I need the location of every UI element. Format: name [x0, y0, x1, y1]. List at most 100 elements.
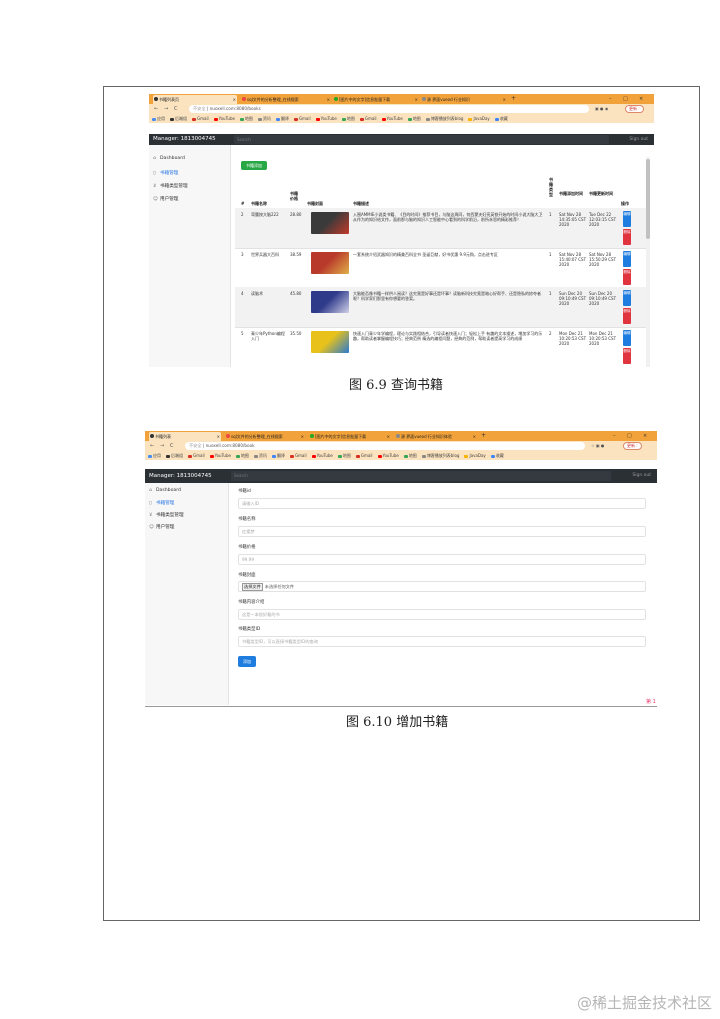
update-button[interactable]: 更新 : [625, 105, 644, 113]
address-bar[interactable]: 不安全 | nuoxell.com:8080/books [189, 105, 589, 113]
sign-out-link[interactable]: Sign out [629, 134, 648, 145]
bookmark-item[interactable]: 地图 [403, 451, 417, 460]
bookmark-item[interactable]: 地图 [239, 114, 253, 123]
bookmark-item[interactable]: 收藏 [490, 451, 504, 460]
sidebar-item-book-types[interactable]: ⊻ 书籍类型管理 [153, 183, 188, 189]
browser-tab[interactable]: 书籍列表 × [149, 432, 221, 441]
delete-book-button[interactable]: 删除 [623, 229, 631, 245]
minimize-icon[interactable]: – [609, 94, 612, 104]
bookmark-item[interactable]: YouTube [213, 114, 235, 123]
extensions-icon[interactable]: ▣ ● ◉ [595, 106, 608, 111]
bookmark-item[interactable]: 收藏 [494, 114, 508, 123]
book-name-input[interactable]: 红楼梦 [238, 526, 646, 537]
sidebar-item-users[interactable]: ☺ 用户管理 [153, 196, 178, 202]
update-button[interactable]: 更新 : [623, 442, 642, 450]
bookmark-item[interactable]: 博客播放列表blog [421, 451, 459, 460]
bookmark-item[interactable]: YouTube [311, 451, 333, 460]
sidebar-item-books[interactable]: ▯ 书籍管理 [153, 170, 178, 176]
browser-tab[interactable]: 源 界面vueod 行业知识体验 × [395, 432, 477, 441]
new-tab-icon[interactable]: + [481, 431, 486, 441]
bookmark-item[interactable]: 资讯 [253, 451, 267, 460]
delete-book-button[interactable]: 删除 [623, 269, 631, 285]
close-tab-icon[interactable]: × [387, 432, 390, 441]
sidebar-item-users[interactable]: ☺ 用户管理 [149, 524, 174, 530]
book-id-input[interactable]: 请输入ID [238, 498, 646, 509]
close-tab-icon[interactable]: × [415, 95, 418, 104]
reload-icon[interactable]: C [174, 104, 178, 114]
edit-book-button[interactable]: 编辑 [623, 290, 631, 306]
forward-icon[interactable]: → [164, 104, 168, 114]
bookmark-item[interactable]: YouTube [315, 114, 337, 123]
back-icon[interactable]: ← [150, 441, 154, 451]
edit-book-button[interactable]: 编辑 [623, 251, 631, 267]
sidebar-item-dashboard[interactable]: ⌂ Dashboard [149, 488, 181, 493]
sidebar-item-book-types[interactable]: ⊻ 书籍类型管理 [149, 512, 184, 518]
bookmark-item[interactable]: 应用 [148, 451, 161, 460]
maximize-icon[interactable]: □ [627, 431, 632, 441]
bookmark-item[interactable]: Gmail [289, 451, 307, 460]
bookmark-item[interactable]: 后端组 [166, 451, 183, 460]
edit-book-button[interactable]: 编辑 [623, 211, 631, 227]
bookmark-item[interactable]: 应用 [152, 114, 165, 123]
bookmark-icon [468, 117, 473, 121]
close-window-icon[interactable]: × [643, 431, 647, 441]
bookmark-item[interactable]: 地图 [407, 114, 421, 123]
close-window-icon[interactable]: × [639, 94, 643, 104]
address-bar[interactable]: 不安全 | nuoxell.com:8080/book [185, 442, 585, 450]
bookmark-item[interactable]: 博客播放列表blog [425, 114, 463, 123]
book-desc-input[interactable]: 这是一本很好看的书 [238, 609, 646, 620]
browser-tab[interactable]: sql文件的分析整理_在线搜索 × [241, 95, 331, 104]
bookmark-item[interactable]: JavaDay [468, 114, 490, 123]
bookmark-item[interactable]: Gmail [188, 451, 205, 460]
book-type-input[interactable]: 书籍类型ID，可以直接书籍类型ID的查询 [238, 636, 646, 647]
browser-tab[interactable]: 源 界面vueod 行业知识 × [421, 95, 507, 104]
close-tab-icon[interactable]: × [217, 432, 220, 441]
bookmark-item[interactable]: Gmail [359, 114, 377, 123]
close-tab-icon[interactable]: × [301, 432, 304, 441]
new-tab-icon[interactable]: + [511, 94, 516, 104]
bookmark-item[interactable]: 地图 [337, 451, 351, 460]
delete-book-button[interactable]: 删除 [623, 348, 631, 364]
maximize-icon[interactable]: □ [623, 94, 628, 104]
close-tab-icon[interactable]: × [327, 95, 330, 104]
edit-book-button[interactable]: 编辑 [623, 330, 631, 346]
bookmark-item[interactable]: JavaDay [464, 451, 486, 460]
bookmark-item[interactable]: 翻译 [271, 451, 285, 460]
bookmark-item[interactable]: Gmail [192, 114, 209, 123]
browser-tab[interactable]: 书籍列表页 × [153, 95, 237, 104]
search-input[interactable]: Search [231, 471, 611, 481]
bookmark-icon [464, 454, 469, 458]
choose-file-button[interactable]: 选择文件 [242, 583, 263, 591]
sidebar-item-books[interactable]: ▯ 书籍管理 [149, 500, 174, 506]
submit-add-button[interactable]: 添加 [238, 656, 256, 667]
bookmark-item[interactable]: 地图 [235, 451, 249, 460]
minimize-icon[interactable]: – [613, 431, 616, 441]
book-cover-file-input[interactable]: 选择文件 未选择任何文件 [238, 581, 646, 592]
close-tab-icon[interactable]: × [473, 432, 476, 441]
bookmark-item[interactable]: 后端组 [170, 114, 187, 123]
bookmark-item[interactable]: 资讯 [257, 114, 271, 123]
extensions-icon[interactable]: ☆ ▣ ● [591, 443, 604, 448]
close-tab-icon[interactable]: × [233, 95, 236, 104]
bookmark-item[interactable]: Gmail [355, 451, 373, 460]
bookmark-item[interactable]: YouTube [209, 451, 231, 460]
browser-tab[interactable]: [图片中的文字]信息批量下载 × [333, 95, 419, 104]
forward-icon[interactable]: → [160, 441, 164, 451]
sign-out-link[interactable]: Sign out [632, 469, 651, 483]
scrollbar-thumb[interactable] [646, 159, 650, 239]
browser-tab[interactable]: sql文件的分析整理_在线搜索 × [225, 432, 305, 441]
bookmark-item[interactable]: Gmail [293, 114, 311, 123]
bookmark-item[interactable]: 地图 [341, 114, 355, 123]
bookmark-item[interactable]: 翻译 [275, 114, 289, 123]
sidebar-item-dashboard[interactable]: ⌂ Dashboard [153, 156, 185, 161]
bookmark-item[interactable]: YouTube [377, 451, 399, 460]
reload-icon[interactable]: C [170, 441, 174, 451]
delete-book-button[interactable]: 删除 [623, 308, 631, 324]
browser-tab[interactable]: [图片中的文字]信息批量下载 × [309, 432, 391, 441]
bookmark-item[interactable]: YouTube [381, 114, 403, 123]
back-icon[interactable]: ← [154, 104, 158, 114]
close-tab-icon[interactable]: × [503, 95, 506, 104]
search-input[interactable]: Search [234, 135, 609, 144]
book-price-input[interactable]: 99.99 [238, 554, 646, 565]
add-book-button[interactable]: 书籍添加 [241, 161, 267, 170]
